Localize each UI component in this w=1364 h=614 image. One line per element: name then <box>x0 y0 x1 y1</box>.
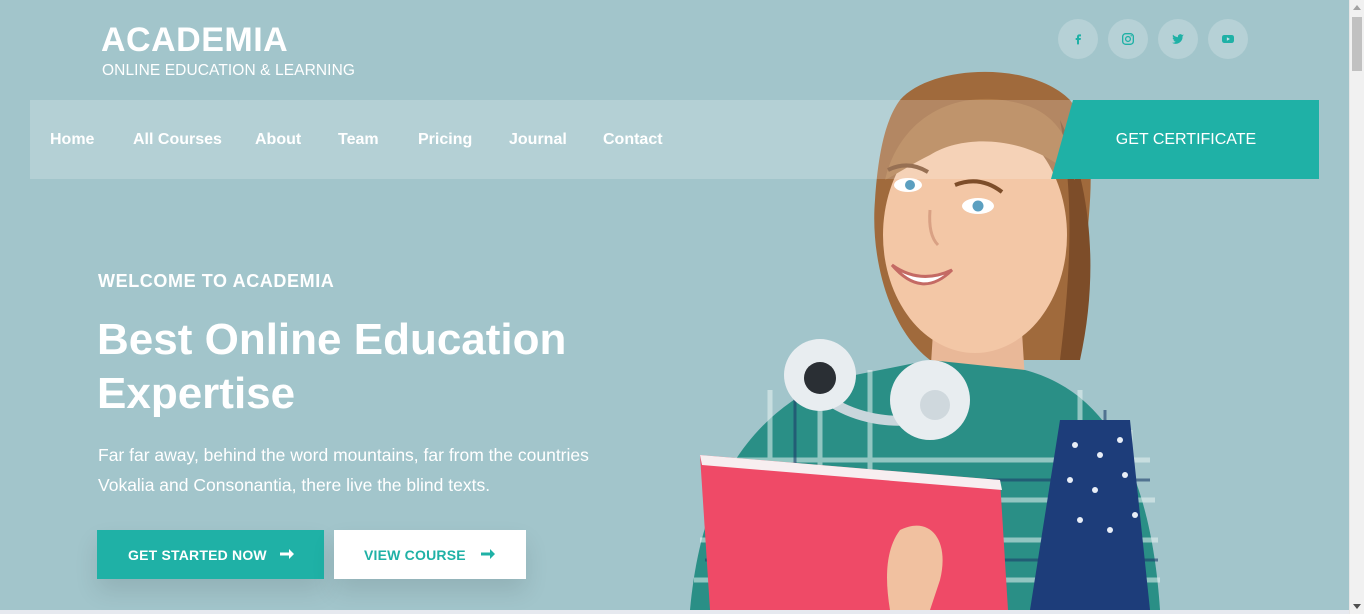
nav-about[interactable]: About <box>255 100 301 179</box>
twitter-link[interactable] <box>1158 19 1198 59</box>
youtube-link[interactable] <box>1208 19 1248 59</box>
youtube-icon <box>1222 35 1234 43</box>
nav-home[interactable]: Home <box>50 100 94 179</box>
hero-headline-line2: Expertise <box>97 369 296 418</box>
arrow-right-icon <box>481 549 495 559</box>
hero-headline: Best Online Education Expertise <box>97 313 657 421</box>
hero-kicker: WELCOME TO ACADEMIA <box>98 271 335 291</box>
view-course-label: VIEW COURSE <box>364 546 466 563</box>
scroll-up-icon[interactable] <box>1353 5 1361 10</box>
hero-description: Far far away, behind the word mountains,… <box>98 440 638 500</box>
twitter-icon <box>1172 34 1184 44</box>
get-certificate-button[interactable]: GET CERTIFICATE <box>1051 100 1319 179</box>
brand-title[interactable]: ACADEMIA <box>101 20 288 60</box>
nav-contact[interactable]: Contact <box>603 100 663 179</box>
hero-description-line1: Far far away, behind the word mountains,… <box>98 445 589 465</box>
vertical-scrollbar[interactable] <box>1349 0 1364 614</box>
hero-description-line2: Vokalia and Consonantia, there live the … <box>98 475 491 495</box>
nav-journal[interactable]: Journal <box>509 100 567 179</box>
nav-team[interactable]: Team <box>338 100 379 179</box>
instagram-icon <box>1122 33 1134 45</box>
page-bottom-edge <box>0 610 1349 614</box>
view-course-button[interactable]: VIEW COURSE <box>334 530 526 579</box>
scrollbar-thumb[interactable] <box>1352 17 1362 71</box>
facebook-icon <box>1075 34 1081 45</box>
hero-section: ACADEMIA ONLINE EDUCATION & LEARNING Hom… <box>0 0 1349 610</box>
instagram-link[interactable] <box>1108 19 1148 59</box>
scroll-down-icon[interactable] <box>1353 604 1361 609</box>
brand-subtitle: ONLINE EDUCATION & LEARNING <box>102 62 356 79</box>
nav-pricing[interactable]: Pricing <box>418 100 472 179</box>
arrow-right-icon <box>280 549 294 559</box>
get-started-button[interactable]: GET STARTED NOW <box>97 530 324 579</box>
facebook-link[interactable] <box>1058 19 1098 59</box>
nav-all-courses[interactable]: All Courses <box>133 100 222 179</box>
get-started-label: GET STARTED NOW <box>128 546 267 563</box>
hero-headline-line1: Best Online Education <box>97 315 567 364</box>
